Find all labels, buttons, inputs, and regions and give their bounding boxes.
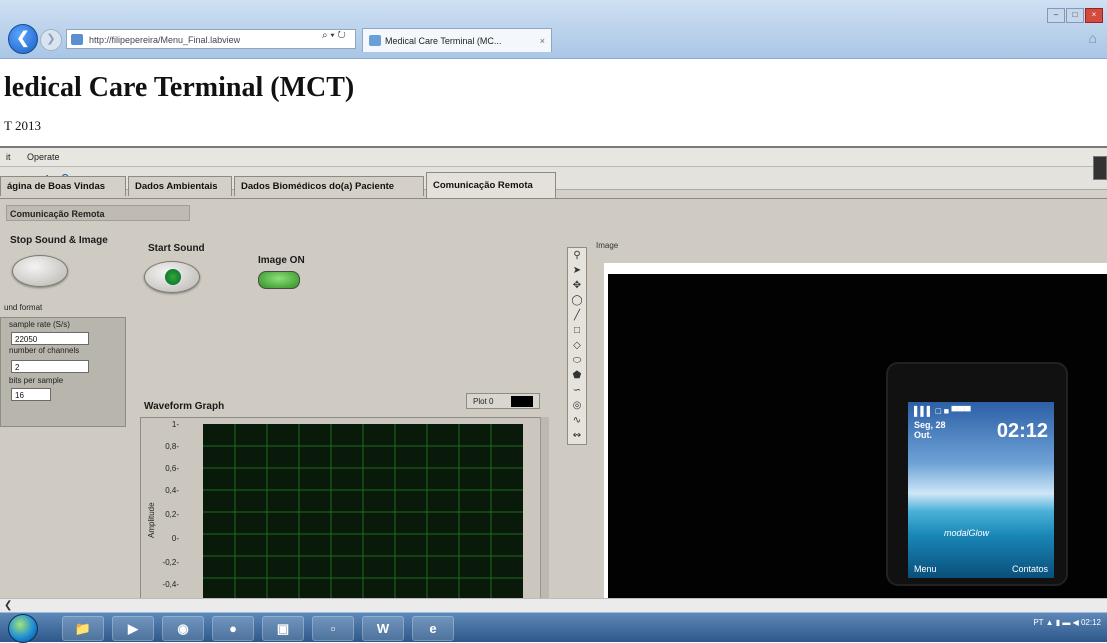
browser-titlebar: ❮ ❯ http://filipepereira/Menu_Final.labv… (0, 0, 1107, 59)
zoom-tool-icon[interactable]: ⚲ (568, 248, 586, 263)
graph-scrollbar[interactable] (540, 417, 549, 601)
tab-strip: ágina de Boas Vindas Dados Ambientais Da… (0, 172, 1107, 198)
phone-date: Seg, 28 Out. (914, 420, 946, 440)
minimize-button[interactable]: – (1047, 8, 1065, 23)
plot-line-swatch-icon (511, 396, 533, 407)
bits-per-sample-field[interactable]: 16 (11, 388, 51, 401)
page-subtitle: T 2013 (4, 118, 41, 133)
y-tick: 0,6- (165, 464, 179, 473)
channels-field[interactable]: 2 (11, 360, 89, 373)
internet-explorer-icon[interactable]: e (412, 616, 454, 641)
sample-rate-label: sample rate (S/s) (9, 320, 70, 329)
phone-softkey-right: Contatos (1011, 564, 1048, 574)
broken-line-tool-icon[interactable]: ↭ (568, 428, 586, 443)
sample-rate-field[interactable]: 22050 (11, 332, 89, 345)
tab-dados-ambientais[interactable]: Dados Ambientais (128, 176, 232, 196)
section-label: Comunicação Remota (6, 205, 190, 221)
bits-per-sample-label: bits per sample (9, 376, 64, 385)
phone-status-bar: ▌▌▌ □ ■ ▀▀▀ (914, 406, 971, 416)
maximize-button[interactable]: □ (1066, 8, 1084, 23)
y-tick: 1- (171, 420, 179, 429)
horizontal-scrollbar[interactable]: ❮ (0, 598, 1107, 613)
labview-menubar: it Operate (0, 148, 1107, 167)
tab-dados-biomedicos[interactable]: Dados Biomédicos do(a) Paciente (234, 176, 424, 196)
y-tick: -0,4- (162, 580, 179, 589)
scroll-left-icon[interactable]: ❮ (4, 599, 12, 613)
channels-label: number of channels (9, 346, 80, 355)
line-tool-icon[interactable]: ╱ (568, 308, 586, 323)
start-orb-icon[interactable] (8, 614, 38, 643)
rectangle-tool-icon[interactable]: □ (568, 323, 586, 338)
sound-format-title: und format (4, 303, 43, 312)
stop-sound-image-button[interactable] (12, 255, 68, 287)
address-bar[interactable]: http://filipepereira/Menu_Final.labview (66, 29, 356, 49)
pointer-tool-icon[interactable]: ➤ (568, 263, 586, 278)
start-label: Start Sound (148, 243, 205, 254)
address-text: http://filipepereira/Menu_Final.labview (89, 35, 241, 45)
phone-signature: modalGlow (944, 528, 990, 538)
y-tick: -0,2- (162, 558, 179, 567)
y-tick: 0,4- (165, 486, 179, 495)
home-icon[interactable]: ⌂ (1089, 30, 1097, 46)
forward-arrow-icon[interactable]: ❯ (40, 29, 62, 51)
y-tick: 0,2- (165, 510, 179, 519)
polygon-tool-icon[interactable]: ⬟ (568, 368, 586, 383)
start-sound-button[interactable] (144, 261, 200, 293)
rotated-rect-tool-icon[interactable]: ◇ (568, 338, 586, 353)
site-favicon-icon (71, 34, 83, 45)
phone-softkeys: Menu Contatos (914, 564, 1048, 574)
polyline-tool-icon[interactable]: ∿ (568, 413, 586, 428)
freehand-tool-icon[interactable]: ∽ (568, 383, 586, 398)
plot-area[interactable] (203, 424, 523, 600)
image-label: Image (596, 241, 619, 250)
tab-close-icon[interactable]: × (540, 29, 545, 52)
y-tick: 0- (171, 534, 179, 543)
point-tool-icon[interactable]: ◯ (568, 293, 586, 308)
word-icon[interactable]: W (362, 616, 404, 641)
pan-tool-icon[interactable]: ✥ (568, 278, 586, 293)
phone-screen: ▌▌▌ □ ■ ▀▀▀ Seg, 28 Out. 02:12 modalGlow… (908, 402, 1054, 578)
tab-boas-vindas[interactable]: ágina de Boas Vindas (0, 176, 126, 196)
tab-content: Comunicação Remota Stop Sound & Image St… (0, 198, 1107, 603)
plot-legend-label: Plot 0 (473, 397, 494, 406)
tab-comunicacao-remota[interactable]: Comunicação Remota (426, 172, 556, 198)
menu-edit[interactable]: it (6, 152, 11, 162)
oval-tool-icon[interactable]: ⬭ (568, 353, 586, 368)
menu-operate[interactable]: Operate (27, 152, 60, 162)
stop-label: Stop Sound & Image (10, 235, 108, 246)
browser-tab[interactable]: Medical Care Terminal (MC... × (362, 28, 552, 52)
image-tools-palette: ⚲ ➤ ✥ ◯ ╱ □ ◇ ⬭ ⬟ ∽ ◎ ∿ ↭ (567, 247, 587, 445)
image-display[interactable]: ▌▌▌ □ ■ ▀▀▀ Seg, 28 Out. 02:12 modalGlow… (608, 274, 1107, 601)
waveform-graph-title: Waveform Graph (144, 401, 225, 412)
media-player-icon[interactable]: ▶ (112, 616, 154, 641)
annulus-tool-icon[interactable]: ◎ (568, 398, 586, 413)
close-window-button[interactable]: × (1085, 8, 1103, 23)
explorer-icon[interactable]: 📁 (62, 616, 104, 641)
tab-title: Medical Care Terminal (MC... (385, 36, 502, 46)
phone-time: 02:12 (996, 420, 1048, 442)
page-title: ledical Care Terminal (MCT) (4, 72, 355, 103)
y-tick: 0,8- (165, 442, 179, 451)
image-on-toggle[interactable] (258, 271, 300, 289)
image-on-label: Image ON (258, 255, 305, 266)
search-refresh-icon[interactable]: ⌕ ▾ ↻ (322, 30, 346, 41)
chrome-icon[interactable]: ● (212, 616, 254, 641)
y-axis-label: Amplitude (147, 502, 156, 538)
plot-grid (203, 424, 523, 600)
taskbar: 📁 ▶ ◉ ● ▣ ▫ W e PT ▲ ▮ ▬ ◀ 02:12 (0, 612, 1107, 643)
plot-legend[interactable]: Plot 0 (466, 393, 540, 409)
tab-favicon-icon (369, 35, 381, 46)
labview-panel: it Operate ➜ ⟳ ● ágina de Boas Vindas Da… (0, 146, 1107, 603)
sound-format-cluster: sample rate (S/s) 22050 number of channe… (0, 317, 126, 427)
waveform-graph: 1- 0,8- 0,6- 0,4- 0,2- 0- -0,2- -0,4- Am… (140, 417, 548, 603)
labview-icon[interactable]: ▣ (262, 616, 304, 641)
firefox-icon[interactable]: ◉ (162, 616, 204, 641)
play-led-icon (165, 269, 181, 285)
system-tray: PT ▲ ▮ ▬ ◀ 02:12 (1033, 618, 1101, 627)
folder-icon[interactable]: ▫ (312, 616, 354, 641)
back-arrow-icon[interactable]: ❮ (8, 24, 38, 54)
phone-softkey-left: Menu (914, 564, 937, 574)
window-controls: – □ × (1046, 4, 1103, 23)
